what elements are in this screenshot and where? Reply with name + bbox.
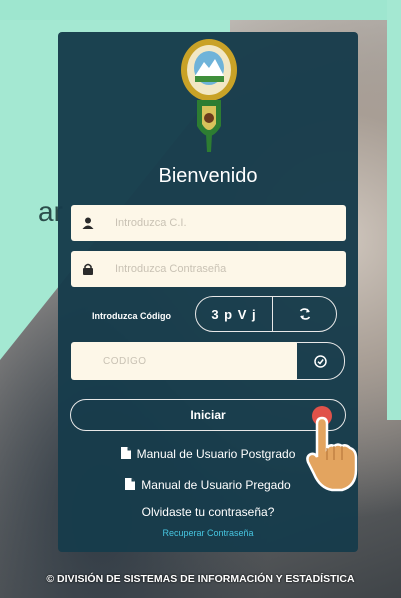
password-input[interactable]: Introduzca Contraseña <box>71 251 346 287</box>
refresh-icon[interactable] <box>273 307 336 321</box>
captcha-box: 3 p V j <box>195 296 337 332</box>
university-seal-logo <box>181 39 237 152</box>
forgot-password-text: Olvidaste tu contraseña? <box>141 505 275 519</box>
check-circle-icon <box>313 354 327 368</box>
ci-input[interactable]: Introduzca C.I. <box>71 205 346 241</box>
footer-copyright: © DIVISIÓN DE SISTEMAS DE INFORMACIÓN Y … <box>46 573 355 585</box>
lock-icon <box>71 263 105 275</box>
document-icon <box>120 447 131 462</box>
mint-decoration-top <box>0 0 401 20</box>
captcha-code: 3 p V j <box>196 297 273 331</box>
codigo-input[interactable]: CODIGO <box>71 342 297 380</box>
manual-postgrado-label: Manual de Usuario Postgrado <box>136 447 296 461</box>
mint-decoration-right <box>387 0 401 420</box>
password-placeholder: Introduzca Contraseña <box>115 263 227 275</box>
ci-placeholder: Introduzca C.I. <box>115 217 187 229</box>
codigo-placeholder: CODIGO <box>103 355 147 367</box>
manual-pregrado-label: Manual de Usuario Pregado <box>141 478 291 492</box>
captcha-label: Introduzca Código <box>92 311 171 321</box>
hand-pointer-icon <box>306 406 358 492</box>
verify-code-button[interactable] <box>296 342 345 380</box>
document-icon <box>125 478 136 493</box>
welcome-title: Bienvenido <box>158 165 258 187</box>
user-icon <box>71 217 105 229</box>
recover-password-link[interactable]: Recuperar Contraseña <box>58 528 358 538</box>
